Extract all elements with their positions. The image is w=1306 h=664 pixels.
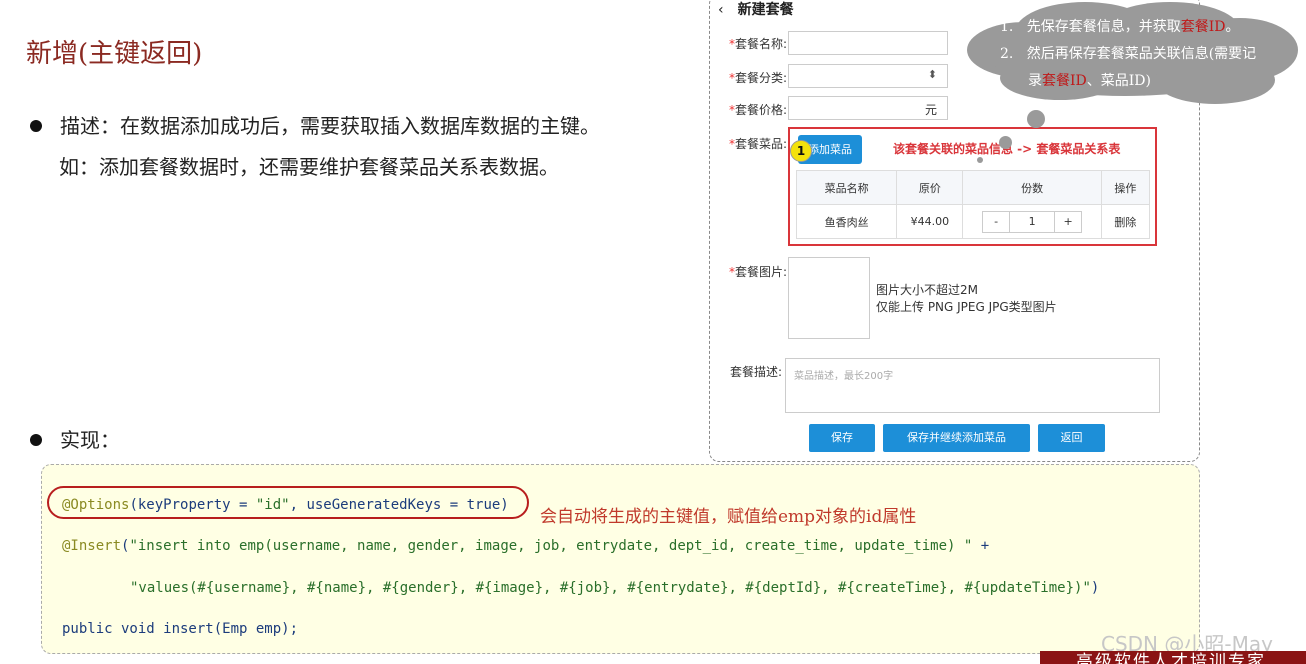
cloud-step-2-cont: 录套餐ID、菜品ID): [1028, 73, 1151, 89]
footer-band: 高级软件人才培训专家: [1040, 651, 1306, 664]
package-category-select[interactable]: ⬍: [788, 64, 948, 88]
dish-table: 菜品名称 原价 份数 操作 鱼香肉丝 ¥44.00 - 1 + 删除: [795, 170, 1151, 239]
desc-label: 套餐描述:: [730, 365, 783, 379]
col-action: 操作: [1100, 170, 1151, 205]
col-price: 原价: [896, 170, 964, 205]
dish-section-highlight: 添加菜品 1 该套餐关联的菜品信息 -> 套餐菜品关系表 菜品名称 原价 份数 …: [788, 127, 1157, 246]
image-upload-box[interactable]: [788, 257, 870, 339]
increment-button[interactable]: +: [1055, 211, 1082, 232]
form-header: ‹ 新建套餐: [718, 0, 794, 19]
quantity-stepper: - 1 +: [982, 210, 1083, 233]
cloud-bubble: [1027, 110, 1045, 128]
cloud-step-2: 2. 然后再保存套餐菜品关联信息(需要记: [1000, 46, 1257, 62]
slide-title: 新增(主键返回): [26, 39, 203, 69]
save-continue-button[interactable]: 保存并继续添加菜品: [883, 424, 1030, 452]
table-row: 鱼香肉丝 ¥44.00 - 1 + 删除: [795, 204, 1151, 239]
return-button[interactable]: 返回: [1038, 424, 1105, 452]
package-name-input[interactable]: [788, 31, 948, 55]
col-quantity: 份数: [962, 170, 1102, 205]
package-description-textarea[interactable]: 菜品描述，最长200字: [785, 358, 1160, 413]
cloud-bubble: [977, 157, 983, 163]
quantity-value[interactable]: 1: [1009, 211, 1056, 232]
bullet-description-line2: 如：添加套餐数据时，还需要维护套餐菜品关系表数据。: [59, 155, 559, 179]
chevron-left-icon[interactable]: ‹: [718, 2, 724, 18]
footer-text: 高级软件人才培训专家: [1076, 652, 1266, 664]
bullet-implementation: 实现：: [30, 424, 120, 453]
options-note: 会自动将生成的主键值，赋值给emp对象的id属性: [540, 507, 917, 527]
step-badge: 1: [790, 140, 812, 162]
quantity-cell: - 1 +: [962, 204, 1102, 239]
col-dish-name: 菜品名称: [795, 170, 898, 205]
dish-price-cell: ¥44.00: [896, 204, 964, 239]
dishes-label: *套餐菜品:: [729, 137, 788, 151]
save-button[interactable]: 保存: [809, 424, 875, 452]
code-line-method: public void insert(Emp emp);: [62, 621, 299, 637]
cloud-bubble: [999, 136, 1012, 149]
code-line-values: "values(#{username}, #{name}, #{gender},…: [130, 580, 1100, 596]
image-label: *套餐图片:: [729, 265, 788, 279]
cloud-step-1: 1. 先保存套餐信息，并获取套餐ID。: [1000, 19, 1240, 35]
bullet-text: 实现：: [60, 428, 120, 452]
image-hint: 图片大小不超过2M 仅能上传 PNG JPEG JPG类型图片: [876, 283, 1057, 314]
bullet-text: 描述：在数据添加成功后，需要获取插入数据库数据的主键。: [60, 114, 600, 138]
form-title: 新建套餐: [737, 2, 794, 18]
delete-link[interactable]: 删除: [1100, 204, 1151, 239]
price-suffix: 元: [924, 103, 937, 117]
decrement-button[interactable]: -: [983, 211, 1010, 232]
bullet-dot: [30, 119, 42, 132]
price-label: *套餐价格:: [729, 103, 788, 117]
cloud-text: 1. 先保存套餐信息，并获取套餐ID。 2. 然后再保存套餐菜品关联信息(需要记…: [1000, 14, 1256, 95]
name-label: *套餐名称:: [729, 37, 788, 51]
dish-name-cell: 鱼香肉丝: [795, 204, 898, 239]
package-price-input[interactable]: 元: [788, 96, 948, 120]
bullet-description: 描述：在数据添加成功后，需要获取插入数据库数据的主键。: [30, 110, 600, 139]
select-arrows-icon: ⬍: [927, 68, 937, 81]
bullet-dot: [30, 433, 42, 446]
options-highlight-oval: [47, 486, 529, 519]
category-label: *套餐分类:: [729, 71, 788, 85]
code-line-insert: @Insert("insert into emp(username, name,…: [62, 538, 990, 554]
